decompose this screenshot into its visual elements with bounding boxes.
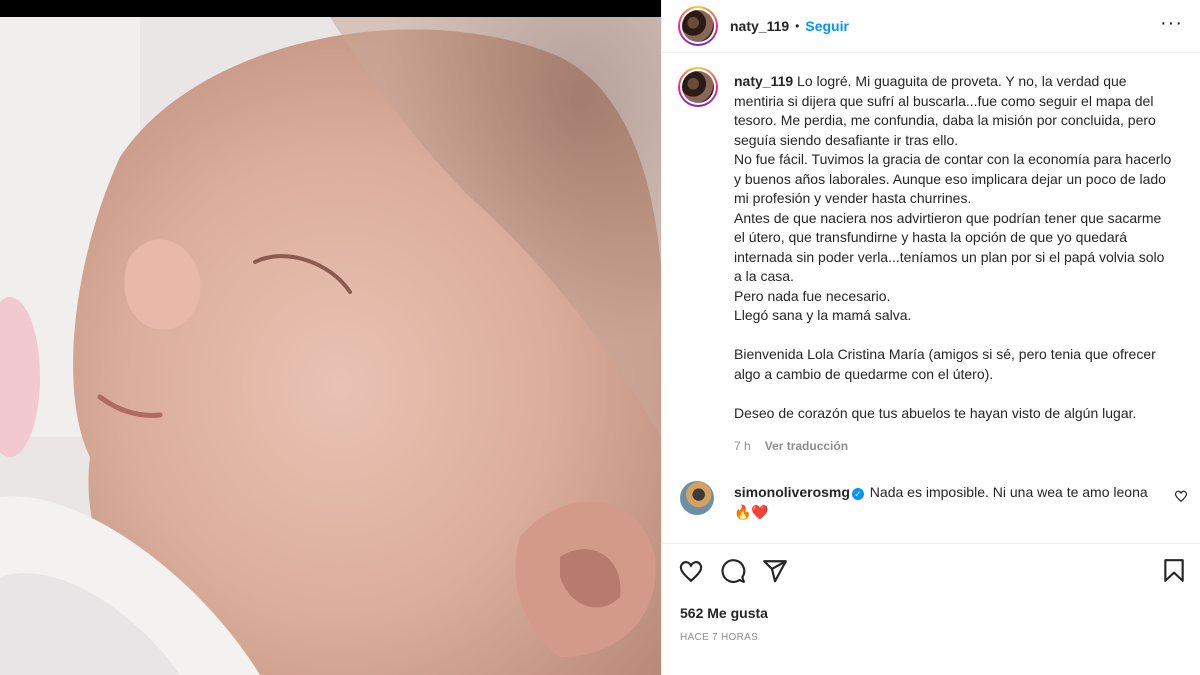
caption-username[interactable]: naty_119 [734,73,793,89]
post-timestamp[interactable]: HACE 7 HORAS [680,632,758,643]
share-icon[interactable] [762,558,788,584]
follow-button[interactable]: Seguir [805,18,849,34]
comment-heart-icon[interactable] [1174,489,1188,503]
comment-avatar[interactable] [680,481,714,515]
baby-photo [0,17,661,675]
caption-time[interactable]: 7 h [734,439,751,453]
author-username[interactable]: naty_119 [730,18,789,34]
photo-top-bar [0,0,661,17]
translate-button[interactable]: Ver traducción [765,439,848,453]
action-bar [678,558,788,584]
caption-text: naty_119 Lo logré. Mi guaguita de provet… [734,72,1174,423]
caption-meta: 7 h Ver traducción [734,439,848,453]
caption-body: Lo logré. Mi guaguita de proveta. Y no, … [734,73,1172,421]
author-avatar[interactable] [678,6,718,46]
post-side-panel: naty_119 • Seguir ··· naty_119 Lo logré.… [661,0,1200,675]
comment-text: simonoliverosmg ✓ Nada es imposible. Ni u… [734,483,1164,522]
actions-section: 562 Me gusta HACE 7 HORAS [662,543,1200,675]
separator-dot: • [795,19,800,33]
verified-badge-icon: ✓ [851,488,864,500]
comment-icon[interactable] [720,558,746,584]
post-header: naty_119 • Seguir ··· [662,0,1200,53]
comment-username[interactable]: simonoliverosmg [734,484,850,500]
likes-count[interactable]: 562 Me gusta [680,605,768,621]
more-options-icon[interactable]: ··· [1160,12,1183,35]
caption-author-avatar[interactable] [678,67,718,107]
bookmark-icon[interactable] [1161,558,1187,584]
post-photo[interactable] [0,0,661,675]
heart-icon[interactable] [678,558,704,584]
